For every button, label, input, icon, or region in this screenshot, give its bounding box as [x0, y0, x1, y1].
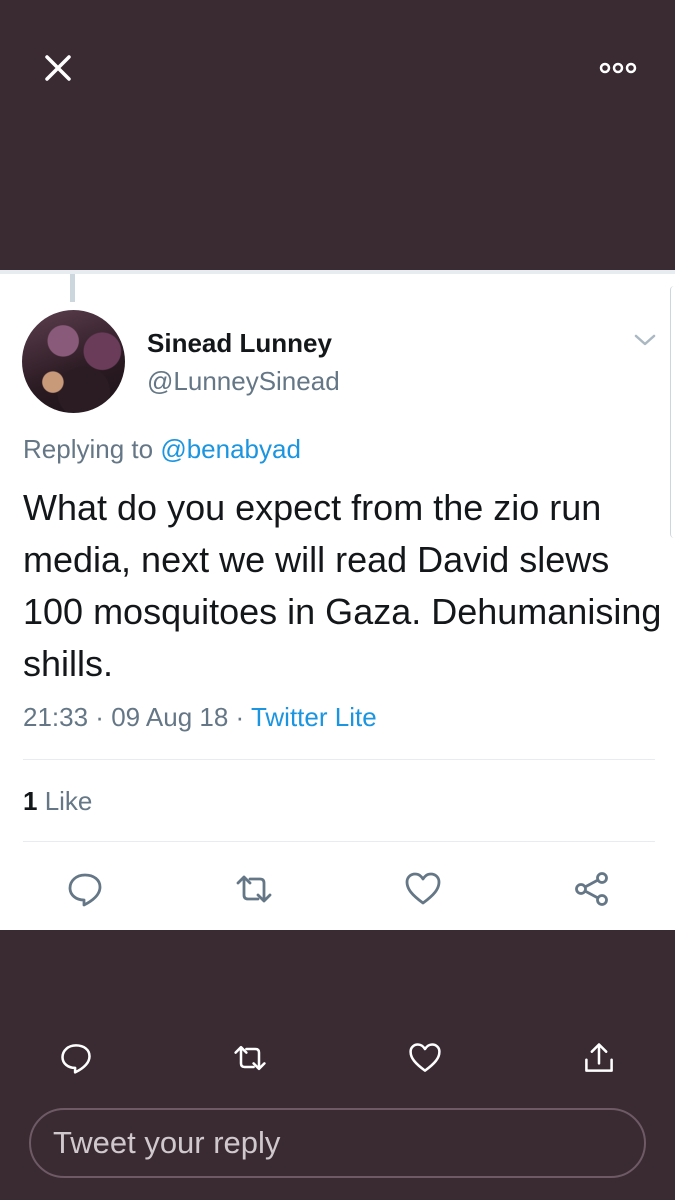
- likes-count[interactable]: 1 Like: [23, 786, 92, 817]
- reply-input[interactable]: Tweet your reply: [29, 1108, 646, 1178]
- thread-connector-line: [70, 274, 75, 302]
- bottom-retweet-button[interactable]: [232, 1040, 268, 1076]
- reply-input-placeholder: Tweet your reply: [53, 1125, 281, 1160]
- user-handle[interactable]: @LunneySinead: [147, 366, 340, 397]
- tweet-text: What do you expect from the zio run medi…: [23, 487, 662, 684]
- share-upload-icon: [585, 1043, 613, 1072]
- like-count-number: 1: [23, 786, 38, 816]
- chevron-down-icon: [634, 334, 656, 346]
- replying-to-link[interactable]: @benabyad: [160, 434, 301, 464]
- bottom-reply-button[interactable]: [58, 1040, 94, 1076]
- tweet-meta: 21:33 · 09 Aug 18 · Twitter Lite: [23, 702, 377, 733]
- reply-icon: [61, 1044, 91, 1074]
- heart-icon: [409, 1043, 441, 1072]
- reply-icon: [68, 873, 102, 907]
- bottom-share-button[interactable]: [581, 1040, 617, 1076]
- tweet-time: 21:33: [23, 702, 89, 732]
- replying-to-line: Replying to @benabyad: [23, 434, 301, 465]
- like-count-label: Like: [37, 786, 93, 816]
- scrollbar[interactable]: [670, 286, 675, 538]
- heart-icon: [405, 872, 441, 905]
- tweet-card: Sinead Lunney @LunneySinead Replying to …: [0, 270, 675, 930]
- divider: [23, 759, 655, 760]
- tweet-menu-button[interactable]: [632, 330, 658, 350]
- retweet-icon: [236, 875, 272, 903]
- more-options-button[interactable]: [596, 56, 640, 80]
- reply-button[interactable]: [65, 869, 105, 909]
- meta-separator: ·: [228, 702, 251, 732]
- share-button[interactable]: [572, 869, 612, 909]
- replying-to-label: Replying to: [23, 434, 161, 464]
- close-icon: [45, 55, 71, 81]
- tweet-source-link[interactable]: Twitter Lite: [251, 702, 377, 732]
- divider: [23, 841, 655, 842]
- display-name[interactable]: Sinead Lunney: [147, 328, 332, 359]
- tweet-date: 09 Aug 18: [111, 702, 229, 732]
- avatar[interactable]: [22, 310, 125, 413]
- meta-separator: ·: [88, 702, 112, 732]
- retweet-icon: [234, 1045, 266, 1071]
- like-button[interactable]: [403, 869, 443, 909]
- share-icon: [575, 872, 608, 906]
- retweet-button[interactable]: [234, 869, 274, 909]
- top-bar: [0, 0, 675, 270]
- bottom-like-button[interactable]: [407, 1040, 443, 1076]
- close-button[interactable]: [40, 50, 76, 86]
- more-options-icon: [599, 62, 637, 74]
